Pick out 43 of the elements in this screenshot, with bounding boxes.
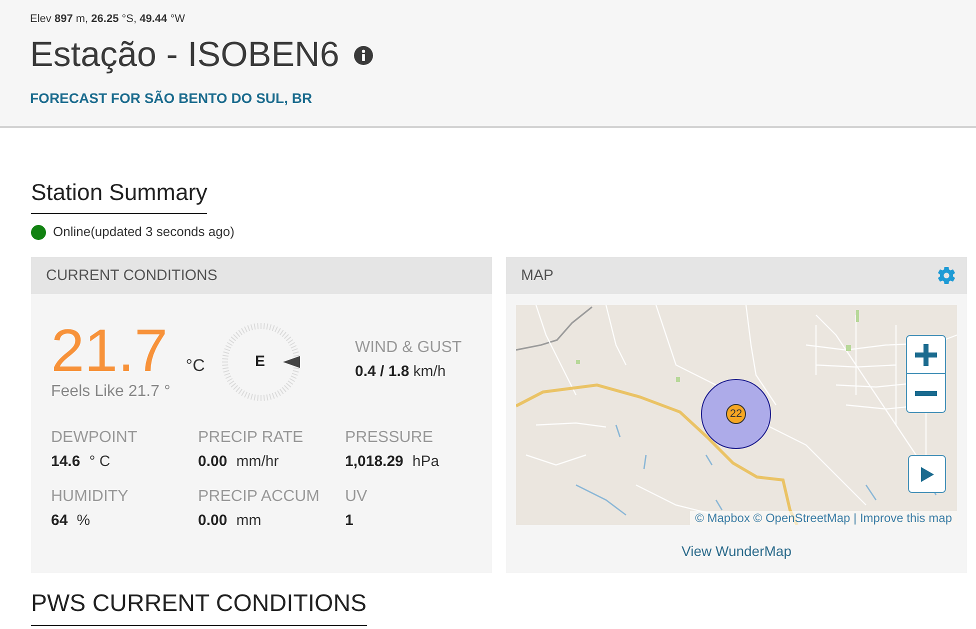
metric-unit: hPa bbox=[412, 453, 440, 471]
radius-circle bbox=[701, 379, 771, 449]
metric-label: PRESSURE bbox=[345, 429, 434, 447]
plus-icon bbox=[915, 344, 937, 366]
status-text: Online(updated 3 seconds ago) bbox=[53, 224, 234, 240]
metric-value: 14.6 bbox=[51, 453, 80, 471]
temperature-unit: °C bbox=[186, 356, 205, 376]
map-attribution[interactable]: © Mapbox © OpenStreetMap | Improve this map bbox=[690, 511, 957, 525]
metric-label: PRECIP RATE bbox=[198, 429, 304, 447]
minus-icon bbox=[915, 390, 937, 396]
metric-label: DEWPOINT bbox=[51, 429, 138, 447]
wind-direction: E bbox=[255, 353, 266, 371]
panel-title: MAP bbox=[521, 267, 554, 284]
metric-value: 1,018.29 bbox=[345, 453, 404, 471]
metric-value: 0.00 bbox=[198, 512, 228, 530]
feels-like-text: Feels Like 21.7 ° bbox=[51, 383, 172, 401]
metric-unit: mm/hr bbox=[236, 453, 279, 471]
section-heading: PWS CURRENT CONDITIONS bbox=[31, 590, 367, 626]
metric-label: UV bbox=[345, 488, 368, 506]
zoom-in-button[interactable] bbox=[906, 335, 946, 374]
metric-value: 1 bbox=[345, 512, 354, 530]
station-location: Elev 897 m, 26.25 °S, 49.44 °W bbox=[30, 12, 186, 26]
metric-value: 64 bbox=[51, 512, 68, 530]
panel-header: CURRENT CONDITIONS bbox=[31, 257, 492, 294]
metric-value: 0.4 / 1.8 bbox=[355, 363, 410, 381]
section-heading: Station Summary bbox=[31, 178, 208, 214]
view-map-link[interactable]: View WunderMap bbox=[682, 543, 792, 560]
metric-unit: ° C bbox=[89, 453, 110, 471]
forecast-link[interactable]: FORECAST FOR SÃO BENTO DO SUL, BR bbox=[30, 90, 312, 107]
metric-label: WIND & GUST bbox=[355, 339, 462, 357]
play-icon bbox=[920, 466, 934, 482]
metric-label: HUMIDITY bbox=[51, 488, 130, 506]
metric-value: 0.00 bbox=[198, 453, 228, 471]
wind-pointer-icon bbox=[283, 356, 300, 368]
metric-unit: % bbox=[76, 512, 90, 530]
metric-unit: mm bbox=[236, 512, 262, 530]
info-icon[interactable] bbox=[354, 46, 374, 64]
metric-unit: km/h bbox=[413, 363, 446, 381]
zoom-out-button[interactable] bbox=[906, 374, 946, 413]
temperature-value: 21.7 bbox=[51, 321, 168, 381]
station-title: Estação - ISOBEN6 bbox=[30, 34, 340, 76]
metric-label: PRECIP ACCUM bbox=[198, 488, 321, 506]
play-button[interactable] bbox=[908, 455, 946, 493]
